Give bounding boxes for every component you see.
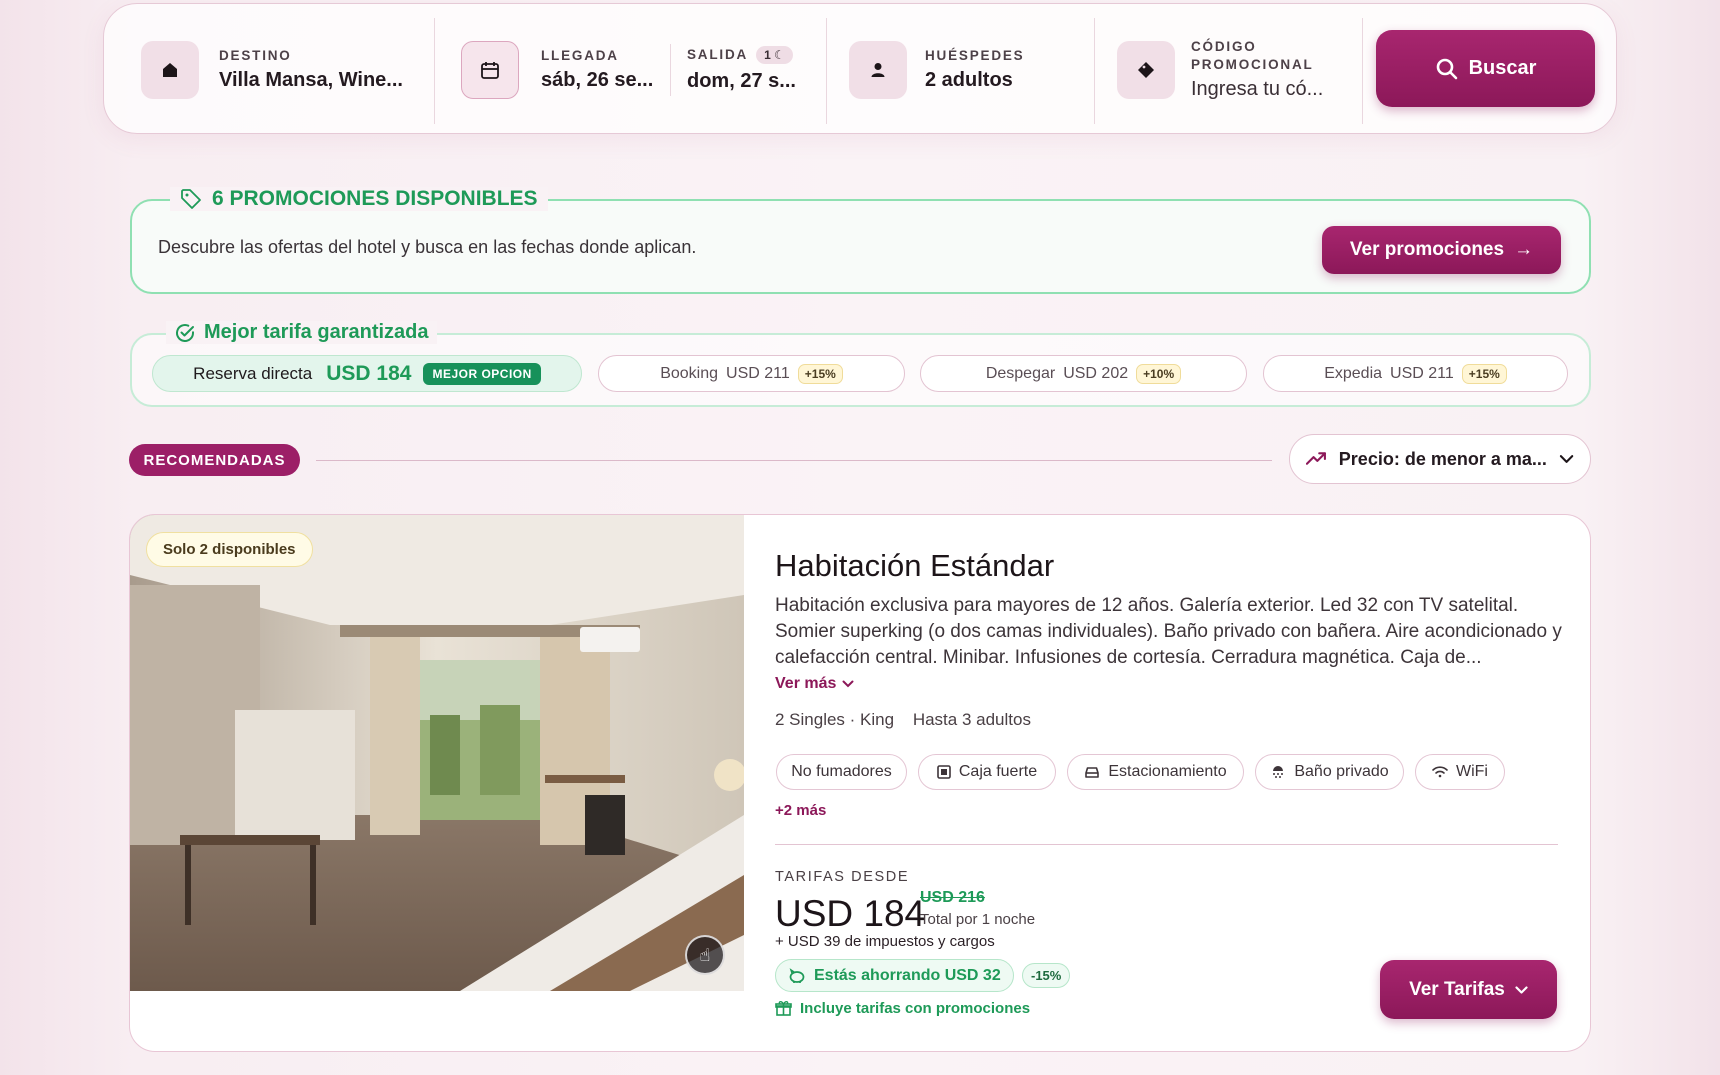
recommended-badge: RECOMENDADAS [129, 444, 300, 476]
guests-label: HUÉSPEDES [925, 47, 1025, 63]
check-circle-icon [176, 323, 194, 342]
divider [316, 460, 1272, 461]
promo-code-label: CÓDIGO PROMOCIONAL [1191, 39, 1314, 72]
room-description: Habitación exclusiva para mayores de 12 … [775, 595, 1562, 668]
destination-value: Villa Mansa, Wine... [219, 68, 403, 91]
divider [826, 18, 827, 124]
competitor-rate-expedia: Expedia USD 211 +15% [1263, 355, 1568, 392]
competitor-rate-booking: Booking USD 211 +15% [598, 355, 905, 392]
availability-badge: Solo 2 disponibles [146, 532, 313, 567]
car-icon [1085, 767, 1100, 778]
sort-label: Precio: de menor a ma... [1338, 448, 1547, 469]
amenity-chip: No fumadores [776, 754, 907, 790]
chevron-down-icon [1515, 985, 1528, 994]
promotions-text: Descubre las ofertas del hotel y busca e… [158, 237, 697, 257]
arrow-right-icon: → [1514, 239, 1534, 260]
guests-value: 2 adultos [925, 68, 1013, 91]
promo-code-field[interactable]: CÓDIGO PROMOCIONAL Ingresa tu có... [1117, 4, 1341, 135]
nights-pill: 1 ☾ [756, 46, 793, 64]
see-more-link[interactable]: Ver más [775, 675, 854, 693]
more-amenities-link[interactable]: +2 más [775, 802, 826, 819]
destination-field[interactable]: DESTINO Villa Mansa, Wine... [141, 4, 403, 135]
search-button[interactable]: Buscar [1376, 30, 1595, 107]
chevron-down-icon [1559, 455, 1574, 463]
calendar-icon [461, 40, 519, 99]
saving-badge: Estás ahorrando USD 32 [775, 959, 1014, 992]
trending-up-icon [1306, 452, 1326, 465]
divider [1362, 18, 1363, 124]
room-capacity: Hasta 3 adultos [912, 710, 1031, 729]
chevron-down-icon [842, 680, 854, 688]
checkout-value: dom, 27 s... [687, 70, 796, 92]
checkout-label: SALIDA 1 ☾ [687, 46, 796, 64]
rates-from-label: TARIFAS DESDE [775, 869, 910, 885]
per-night-label: Total por 1 noche [920, 911, 1036, 928]
direct-rate: Reserva directa USD 184 MEJOR OPCION [152, 355, 582, 392]
best-option-badge: MEJOR OPCION [423, 362, 541, 385]
divider [434, 18, 435, 124]
search-icon [1436, 58, 1457, 79]
tag-icon [1117, 40, 1175, 99]
divider [775, 844, 1558, 845]
room-beds: 2 Singles · King Hasta 3 adultos [775, 710, 1031, 729]
includes-promotions-note: Incluye tarifas con promociones [775, 1000, 1030, 1017]
piggy-bank-icon [789, 967, 805, 983]
divider [1094, 18, 1095, 124]
destination-label: DESTINO [219, 47, 292, 63]
room-price: USD 184 [775, 893, 926, 934]
promo-code-input[interactable]: Ingresa tu có... [1191, 78, 1341, 101]
checkout-field[interactable]: SALIDA 1 ☾ dom, 27 s... [687, 4, 796, 135]
amenity-chip: Baño privado [1255, 754, 1404, 790]
direct-rate-price: USD 184 [326, 361, 412, 385]
safe-icon [937, 765, 951, 779]
gallery-touch-icon[interactable]: ☝ [685, 935, 725, 975]
view-rates-button[interactable]: Ver Tarifas [1380, 960, 1557, 1019]
competitor-rate-despegar: Despegar USD 202 +10% [920, 355, 1247, 392]
amenity-chip: WiFi [1415, 754, 1505, 790]
tag-icon [181, 189, 201, 209]
percent-badge: +15% [1461, 363, 1507, 384]
checkin-label: LLEGADA [541, 47, 619, 63]
amenity-chip: Estacionamiento [1067, 754, 1244, 790]
search-bar: DESTINO Villa Mansa, Wine... LLEGADA sáb… [103, 3, 1617, 134]
search-button-label: Buscar [1468, 57, 1537, 79]
direct-rate-label: Reserva directa [193, 363, 313, 383]
view-promotions-button[interactable]: Ver promociones → [1322, 226, 1561, 274]
room-photo[interactable]: ☝ [130, 515, 744, 991]
promotions-title: 6 PROMOCIONES DISPONIBLES [170, 187, 548, 211]
old-price: USD 216 [920, 889, 985, 906]
gift-icon [775, 1001, 792, 1016]
wifi-icon [1432, 766, 1448, 778]
percent-badge: +15% [797, 363, 843, 384]
room-title: Habitación Estándar [775, 548, 1055, 583]
amenity-chip: Caja fuerte [918, 754, 1056, 790]
sort-dropdown[interactable]: Precio: de menor a ma... [1289, 434, 1591, 484]
shower-icon [1273, 766, 1284, 778]
user-icon [849, 40, 907, 99]
checkin-value: sáb, 26 se... [541, 68, 654, 91]
guests-field[interactable]: HUÉSPEDES 2 adultos [849, 4, 1024, 135]
taxes-text: + USD 39 de impuestos y cargos [775, 933, 995, 950]
percent-badge: +10% [1136, 363, 1182, 384]
saving-percent-badge: -15% [1022, 963, 1071, 988]
divider [670, 44, 671, 96]
home-icon [141, 40, 199, 99]
best-rate-title: Mejor tarifa garantizada [166, 321, 437, 344]
checkin-field[interactable]: LLEGADA sáb, 26 se... [461, 4, 653, 135]
